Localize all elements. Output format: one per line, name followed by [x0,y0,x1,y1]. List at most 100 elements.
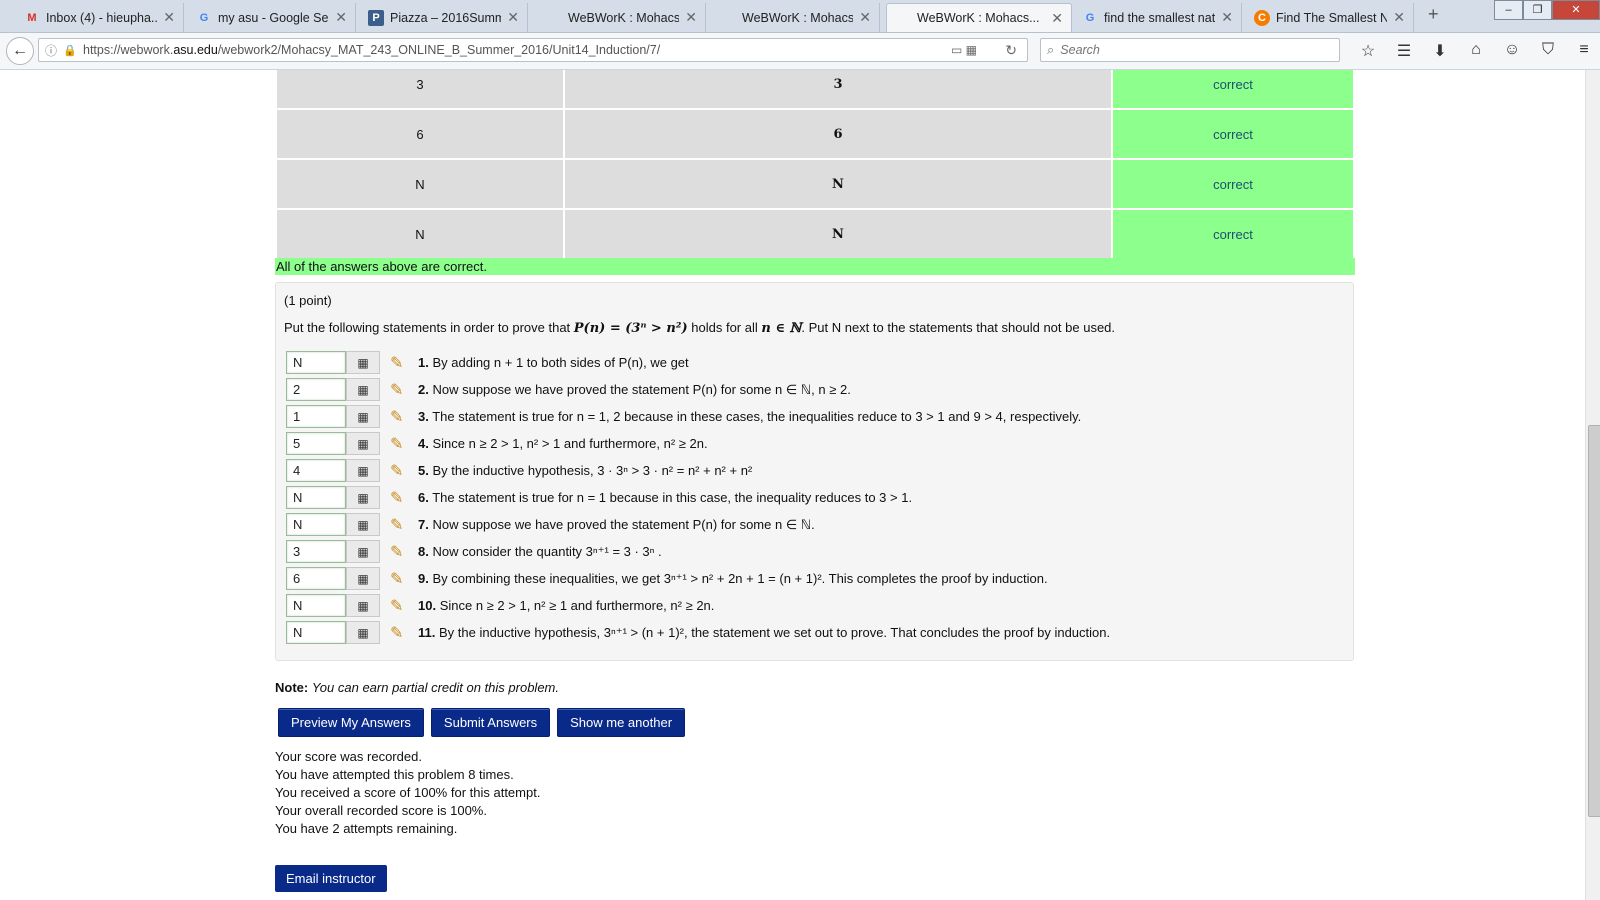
address-bar[interactable]: ⓘ 🔒 https://webwork.asu.edu/webwork2/Moh… [38,38,1028,62]
table-row: 3 3 correct [275,70,1355,110]
home-icon[interactable]: ⌂ [1458,41,1494,61]
preview-answers-button[interactable]: Preview My Answers [278,708,424,737]
close-tab-icon[interactable]: ✕ [1051,10,1063,27]
statement-number: 9. [418,570,429,586]
grid-icon[interactable]: ▦ [346,513,380,536]
answer-input[interactable] [286,432,346,455]
tab-piazza[interactable]: P Piazza – 2016Summ... ✕ [360,3,528,32]
answer-input[interactable] [286,594,346,617]
statement-number: 10. [418,598,437,613]
new-tab-icon[interactable]: + [1428,4,1439,25]
grid-icon[interactable]: ▦ [346,351,380,374]
status-line: You have attempted this problem 8 times. [275,767,514,782]
close-tab-icon[interactable]: ✕ [507,9,519,26]
grid-icon[interactable]: ▦ [346,432,380,455]
tab-strip: M Inbox (4) - hieupha... ✕ G my asu - Go… [0,0,1600,33]
page-icon [546,10,562,26]
tab-gmail[interactable]: M Inbox (4) - hieupha... ✕ [16,3,184,32]
close-tab-icon[interactable]: ✕ [859,9,871,26]
close-tab-icon[interactable]: ✕ [1393,9,1405,26]
grid-icon[interactable]: ▦ [346,567,380,590]
answer-input[interactable] [286,459,346,482]
list-item: ▦ ✎ 9. By combining these inequalities, we… [286,565,1110,592]
reading-list-icon[interactable]: ☰ [1386,41,1422,61]
statement-body: Now suppose we have proved the statement… [432,381,851,397]
preview-cell: 3 [563,70,1113,110]
answer-input[interactable] [286,513,346,536]
tab-webwork-1[interactable]: WeBWorK : Mohacs... ✕ [538,3,706,32]
maximize-icon[interactable]: ❐ [1523,0,1552,20]
navigation-toolbar: ← ⓘ 🔒 https://webwork.asu.edu/webwork2/M… [0,33,1600,70]
toolbar-icons: ☆ ☰ ⬇ ⌂ ☺ ⛉ ≡ [1350,41,1600,61]
all-correct-message: All of the answers above are correct. [275,258,1355,275]
url-text[interactable]: https://webwork.asu.edu/webwork2/Mohacsy… [83,43,660,57]
statement-body: By adding n + 1 to both sides of P(n), w… [432,355,689,370]
grid-icon[interactable]: ▦ [346,540,380,563]
list-item: ▦ ✎ 8. Now consider the quantity 3ⁿ⁺¹ = 3 … [286,538,1110,565]
answer-input[interactable] [286,486,346,509]
entered-cell: 6 [275,108,565,160]
answer-input[interactable] [286,378,346,401]
page-icon [895,10,911,26]
google-icon: G [1085,11,1095,24]
submit-answers-button[interactable]: Submit Answers [430,708,551,737]
status-line: Your overall recorded score is 100%. [275,803,487,818]
page-icon [720,10,736,26]
answer-input[interactable] [286,405,346,428]
pencil-icon: ✎ [390,543,404,561]
email-instructor-button[interactable]: Email instructor [275,865,387,892]
info-icon[interactable]: ⓘ [45,42,61,59]
chat-icon[interactable]: ☺ [1494,41,1530,61]
note-label: Note: [275,680,309,695]
show-another-button[interactable]: Show me another [557,708,686,737]
grid-icon[interactable]: ▦ [346,486,380,509]
tab-google-find-smallest[interactable]: G find the smallest nat... ✕ [1074,3,1242,32]
list-item: ▦ ✎ 5. By the inductive hypothesis, 3 · 3ⁿ… [286,457,1110,484]
minimize-icon[interactable]: – [1494,0,1523,20]
grid-icon[interactable]: ▦ [346,405,380,428]
grid-icon[interactable]: ▦ [346,594,380,617]
pencil-icon: ✎ [390,624,404,642]
page-content: 3 3 correct 6 6 correct N N correct N N … [0,70,1585,900]
close-tab-icon[interactable]: ✕ [685,9,697,26]
download-icon[interactable]: ⬇ [1422,41,1458,61]
search-bar[interactable]: ⌕ [1040,38,1340,62]
back-icon[interactable]: ← [6,37,34,65]
grid-icon[interactable]: ▦ [346,378,380,401]
grid-icon[interactable]: ▦ [346,621,380,644]
list-item: ▦ ✎ 10. Since n ≥ 2 > 1, n² ≥ 1 and furthe… [286,592,1110,619]
reader-view-icon[interactable]: ▭ ▦ [951,43,977,57]
statement-row-text: 2. Now suppose we have proved the statem… [418,382,851,398]
tab-google-search[interactable]: G my asu - Google Sea... ✕ [188,3,356,32]
close-tab-icon[interactable]: ✕ [1221,9,1233,26]
close-tab-icon[interactable]: ✕ [163,9,175,26]
pocket-icon[interactable]: ⛉ [1530,41,1566,61]
statement-text: Put the following statements in order to… [284,320,574,335]
page-scrollbar[interactable] [1585,70,1600,900]
scrollbar-thumb[interactable] [1588,425,1600,817]
statement-row-text: 6. The statement is true for n = 1 becau… [418,490,912,505]
grid-icon[interactable]: ▦ [346,459,380,482]
tab-title: WeBWorK : Mohacs... [568,10,680,25]
menu-icon[interactable]: ≡ [1566,41,1600,61]
answer-input[interactable] [286,567,346,590]
search-input[interactable] [1058,42,1323,58]
pencil-icon: ✎ [390,489,404,507]
piazza-icon: P [368,9,384,26]
problem-points: (1 point) [284,293,332,308]
statement-body: The statement is true for n = 1 because … [432,490,913,505]
window-controls: – ❐ ✕ [1494,0,1600,20]
reload-icon[interactable]: ↻ [1005,42,1017,59]
close-window-icon[interactable]: ✕ [1552,0,1600,20]
close-tab-icon[interactable]: ✕ [335,9,347,26]
gmail-icon: M [27,11,37,24]
answer-input[interactable] [286,351,346,374]
tab-webwork-active[interactable]: WeBWorK : Mohacs... ✕ [886,3,1072,32]
pencil-icon: ✎ [390,381,404,399]
bookmark-star-icon[interactable]: ☆ [1350,41,1386,61]
list-item: ▦ ✎ 6. The statement is true for n = 1 bec… [286,484,1110,511]
tab-find-smallest[interactable]: C Find The Smallest N... ✕ [1246,3,1414,32]
answer-input[interactable] [286,540,346,563]
tab-webwork-2[interactable]: WeBWorK : Mohacs... ✕ [712,3,880,32]
answer-input[interactable] [286,621,346,644]
